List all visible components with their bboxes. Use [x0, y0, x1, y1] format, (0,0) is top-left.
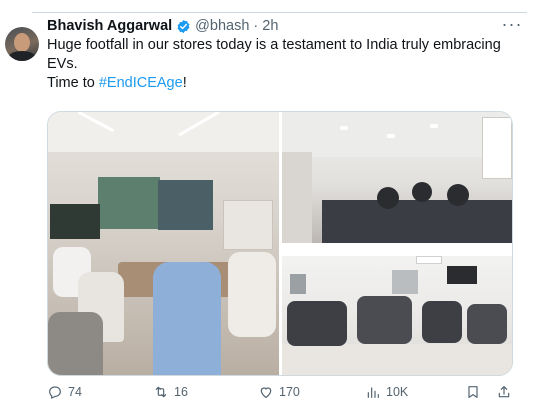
customer-group [422, 301, 462, 343]
customer-head [412, 182, 432, 202]
author-name[interactable]: Bhavish Aggarwal [47, 18, 172, 34]
ceiling [282, 112, 512, 157]
media-image-bottom-right[interactable] [282, 246, 512, 375]
chair [48, 312, 103, 375]
ceiling [48, 112, 279, 152]
customer-group [357, 296, 412, 344]
customer-figure [228, 252, 276, 337]
like-count: 170 [279, 385, 300, 399]
like-button[interactable]: 170 [258, 382, 300, 402]
like-icon [260, 387, 272, 399]
separator-dot: · [253, 18, 259, 34]
ceiling-light [340, 126, 348, 130]
avatar-face [14, 33, 30, 52]
avatar-body [8, 51, 36, 61]
wall-tv [447, 266, 477, 284]
views-icon [367, 387, 379, 398]
tweet-line-1: Huge footfall in our stores today is a t… [47, 37, 501, 72]
reply-button[interactable]: 74 [47, 382, 82, 402]
views-button[interactable]: 10K [365, 382, 408, 402]
ceiling-light [430, 124, 438, 128]
customer-group [287, 301, 347, 346]
timestamp[interactable]: 2h [262, 18, 278, 34]
media-grid [47, 111, 513, 376]
share-icon [498, 386, 510, 398]
customer-head [377, 187, 399, 209]
wall-frame [392, 270, 418, 294]
customer-figure [153, 262, 221, 375]
avatar[interactable] [5, 27, 39, 61]
store-doorway [50, 204, 100, 239]
tweet-header: Bhavish Aggarwal @bhash · 2h [47, 16, 493, 36]
action-bar: 74 16 170 10K [47, 382, 517, 402]
more-options-icon[interactable]: ··· [501, 15, 523, 35]
tweet-text: Huge footfall in our stores today is a t… [47, 36, 517, 93]
repost-count: 16 [174, 385, 188, 399]
verified-badge-icon [177, 19, 190, 33]
bookmark-icon [468, 386, 478, 398]
wall-poster [98, 177, 160, 229]
ceiling-light [387, 134, 395, 138]
media-image-left[interactable] [48, 112, 279, 375]
views-count: 10K [386, 385, 409, 399]
wall-poster [158, 180, 213, 230]
share-button[interactable] [496, 382, 517, 402]
tweet-line-2: Time to #EndICEAge! [47, 74, 517, 93]
hashtag-link[interactable]: #EndICEAge [99, 75, 183, 91]
tweet-line-2-suffix: ! [182, 75, 187, 91]
repost-button[interactable]: 16 [153, 382, 188, 402]
repost-icon [155, 386, 167, 398]
floor [282, 344, 512, 375]
reply-count: 74 [68, 385, 82, 399]
reply-icon [49, 386, 61, 399]
tweet-line-2-prefix: Time to [47, 75, 99, 91]
display-board [223, 200, 273, 250]
wall-pillar [282, 152, 312, 243]
customer-crowd [322, 200, 512, 243]
customer-group [467, 304, 507, 344]
media-image-top-right[interactable] [282, 112, 512, 243]
author-handle[interactable]: @bhash [195, 18, 249, 34]
ceiling [282, 246, 512, 256]
bookmark-button[interactable] [465, 382, 486, 402]
air-conditioner [416, 256, 442, 264]
wall-unit [482, 117, 512, 179]
customer-head [447, 184, 469, 206]
wall-frame [290, 274, 306, 294]
